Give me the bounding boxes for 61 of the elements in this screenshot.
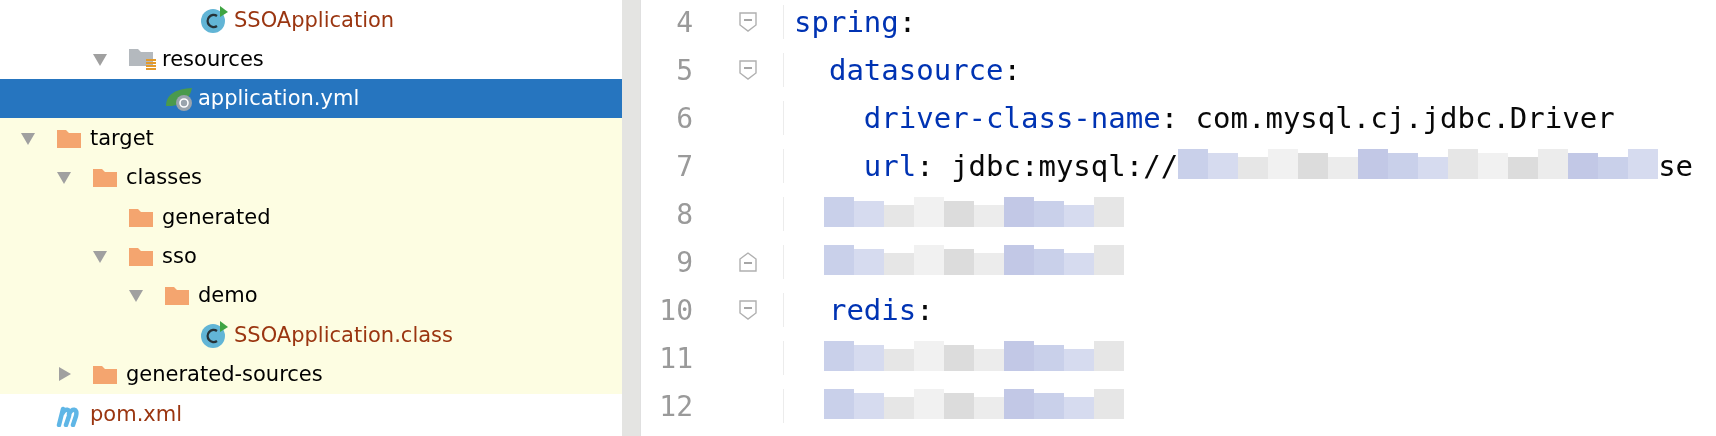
yaml-value: se <box>1658 149 1694 183</box>
yaml-value: jdbc:mysql:// <box>951 149 1179 183</box>
tree-item[interactable]: classes <box>0 157 622 197</box>
folder-icon <box>128 245 154 268</box>
tree-item[interactable]: generated <box>0 196 622 237</box>
line-number: 10 <box>658 293 693 327</box>
tree-item[interactable]: pom.xml <box>0 393 622 434</box>
yaml-value: com.mysql.cj.jdbc.Driver <box>1195 101 1615 135</box>
line-number: 12 <box>658 389 693 423</box>
tree-item-label: sso <box>162 244 197 269</box>
yaml-key: datasource <box>794 53 1004 87</box>
tree-item-label: generated <box>162 204 271 229</box>
fold-marker-icon[interactable] <box>738 59 758 81</box>
class-file-icon <box>200 4 230 35</box>
tree-item[interactable]: resources <box>0 39 622 79</box>
tree-item-label: pom.xml <box>90 401 183 426</box>
yaml-key: url <box>794 149 917 183</box>
expanded-arrow-icon[interactable] <box>92 248 108 265</box>
folder-icon <box>164 284 190 307</box>
folder-icon <box>92 166 118 189</box>
tree-item-label: generated-sources <box>126 362 323 387</box>
folder-icon <box>128 47 158 72</box>
expanded-arrow-icon[interactable] <box>56 169 72 186</box>
colon: : <box>916 149 935 183</box>
scrollbar[interactable] <box>622 0 640 436</box>
line-number: 7 <box>675 149 693 183</box>
tree-item[interactable]: application.yml <box>0 78 622 119</box>
colon: : <box>1160 101 1180 135</box>
colon: : <box>916 293 934 327</box>
tree-item-label: SSOApplication.class <box>234 322 453 347</box>
class-file-icon <box>200 319 230 350</box>
tree-item[interactable]: generated-sources <box>0 354 622 394</box>
line-number: 9 <box>675 245 693 279</box>
line-number: 6 <box>675 101 693 135</box>
tree-item-label: SSOApplication <box>234 7 395 32</box>
fold-marker-icon[interactable] <box>738 11 758 33</box>
tree-item-label: demo <box>198 283 258 308</box>
tree-item-label: resources <box>162 47 264 72</box>
folder-icon <box>92 363 118 386</box>
fold-marker-icon[interactable] <box>738 299 758 321</box>
line-number: 4 <box>675 5 693 39</box>
tree-item[interactable]: target <box>0 118 622 158</box>
expanded-arrow-icon[interactable] <box>128 287 144 304</box>
tree-item-label: application.yml <box>198 86 360 111</box>
colon: : <box>1003 53 1021 87</box>
tree-item[interactable]: sso <box>0 236 622 276</box>
fold-marker-icon[interactable] <box>738 251 758 273</box>
expanded-arrow-icon[interactable] <box>92 51 108 68</box>
line-number: 8 <box>675 197 693 231</box>
line-number: 5 <box>675 53 693 87</box>
collapsed-arrow-icon[interactable] <box>56 366 72 383</box>
line-number: 11 <box>658 341 693 375</box>
yaml-key: driver-class-name <box>794 101 1161 135</box>
colon: : <box>898 5 917 39</box>
tree-item[interactable]: demo <box>0 275 622 316</box>
tree-item[interactable]: SSOApplication <box>0 0 622 40</box>
tree-item[interactable]: SSOApplication.class <box>0 315 622 355</box>
tree-item-label: classes <box>126 165 202 190</box>
yaml-key: spring <box>794 5 899 39</box>
tree-item-label: target <box>90 125 154 150</box>
yaml-key: redis <box>794 293 917 327</box>
